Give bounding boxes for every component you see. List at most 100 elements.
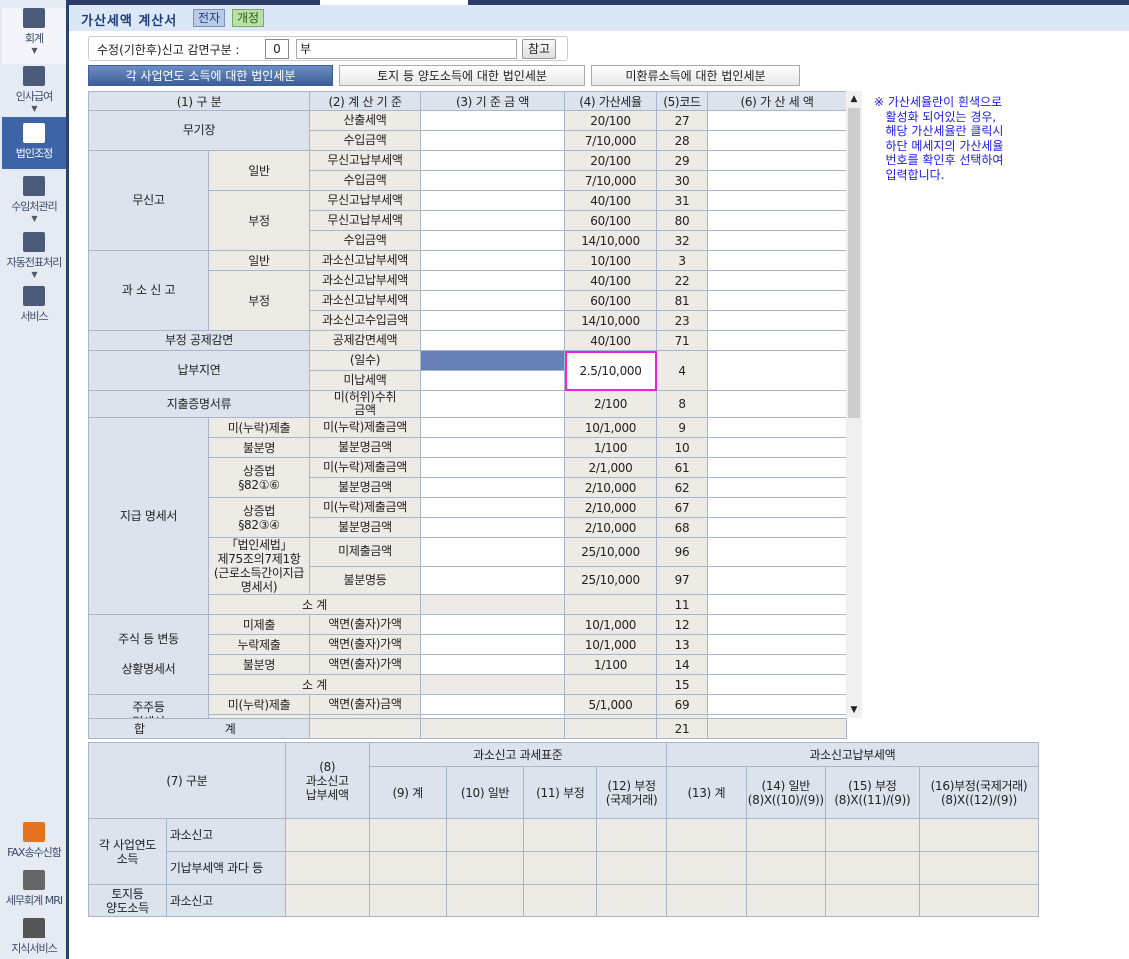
penalty-amount-input[interactable]: [707, 417, 846, 438]
chevron-down-icon[interactable]: ▼: [2, 46, 66, 55]
scroll-down-icon[interactable]: ▼: [846, 702, 862, 718]
penalty-amount-input[interactable]: [707, 310, 846, 331]
base-amount-input[interactable]: [420, 437, 566, 458]
base-amount-input[interactable]: [420, 537, 566, 567]
chevron-down-icon[interactable]: ▼: [2, 270, 66, 279]
scroll-up-icon[interactable]: ▲: [846, 91, 862, 107]
rate-cell[interactable]: 5/1,000: [564, 694, 658, 715]
penalty-amount-input[interactable]: [707, 694, 846, 715]
penalty-amount-input[interactable]: [707, 565, 846, 595]
base-amount-input[interactable]: [420, 565, 566, 595]
base-amount-input[interactable]: [420, 614, 566, 635]
base-amount-input[interactable]: [420, 210, 566, 231]
base-amount-input[interactable]: [420, 417, 566, 438]
sidebar-item-corporate-adjustment[interactable]: 법인조정: [2, 117, 66, 169]
rate-cell[interactable]: 2/1,000: [564, 457, 658, 478]
electronic-badge[interactable]: 전자: [193, 9, 226, 27]
rate-cell[interactable]: 60/100: [564, 210, 658, 231]
rate-cell[interactable]: 10/100: [564, 250, 658, 271]
rate-cell[interactable]: 25/10,000: [564, 537, 658, 567]
base-amount-input[interactable]: [420, 457, 566, 478]
penalty-amount-input[interactable]: [707, 130, 846, 151]
base-amount-input[interactable]: [420, 330, 566, 351]
base-amount-input[interactable]: [420, 370, 566, 391]
penalty-amount-input[interactable]: [707, 290, 846, 311]
penalty-amount-input[interactable]: [707, 390, 846, 418]
base-amount-input[interactable]: [420, 517, 566, 538]
penalty-amount-input[interactable]: [707, 230, 846, 251]
base-amount-input[interactable]: [420, 497, 566, 518]
sidebar-item-accounting[interactable]: 회계 ▼: [2, 8, 66, 64]
rate-cell[interactable]: 20/100: [564, 150, 658, 171]
penalty-amount-input[interactable]: [707, 110, 846, 131]
rate-cell[interactable]: 2/10,000: [564, 517, 658, 538]
rate-cell[interactable]: 7/10,000: [564, 130, 658, 151]
rate-cell[interactable]: 2.5/10,000: [564, 350, 658, 391]
penalty-amount-input[interactable]: [707, 437, 846, 458]
base-amount-input[interactable]: [420, 250, 566, 271]
rate-cell[interactable]: 2/10,000: [564, 497, 658, 518]
penalty-amount-input[interactable]: [707, 594, 846, 615]
rate-cell[interactable]: 14/10,000: [564, 230, 658, 251]
rate-cell[interactable]: 1/100: [564, 437, 658, 458]
base-amount-input[interactable]: [420, 390, 566, 418]
tab-unreturned-income[interactable]: 미환류소득에 대한 법인세분: [591, 65, 800, 86]
sidebar-item-service[interactable]: 서비스: [2, 286, 66, 326]
chevron-down-icon[interactable]: ▼: [2, 214, 66, 223]
base-amount-input[interactable]: [420, 290, 566, 311]
penalty-amount-input[interactable]: [707, 250, 846, 271]
base-amount-input[interactable]: [420, 477, 566, 498]
base-amount-input[interactable]: [420, 230, 566, 251]
penalty-amount-input[interactable]: [707, 210, 846, 231]
rate-cell[interactable]: 7/10,000: [564, 170, 658, 191]
penalty-amount-input[interactable]: [707, 654, 846, 675]
penalty-amount-input[interactable]: [707, 537, 846, 567]
penalty-amount-input[interactable]: [707, 497, 846, 518]
reduction-code-input[interactable]: 0: [265, 39, 289, 59]
penalty-amount-input[interactable]: [707, 150, 846, 171]
rate-cell[interactable]: 10/1,000: [564, 614, 658, 635]
rate-cell[interactable]: 14/10,000: [564, 310, 658, 331]
penalty-amount-input[interactable]: [707, 330, 846, 351]
reduction-value-field[interactable]: 부: [296, 39, 517, 59]
penalty-amount-input[interactable]: [707, 170, 846, 191]
chevron-down-icon[interactable]: ▼: [2, 104, 66, 113]
sidebar-item-hr-payroll[interactable]: 인사급여 ▼: [2, 66, 66, 116]
rate-cell[interactable]: 60/100: [564, 290, 658, 311]
penalty-amount-input[interactable]: [707, 350, 846, 391]
sidebar-item-client-management[interactable]: 수임처관리 ▼: [2, 176, 66, 226]
sidebar-item-auto-voucher[interactable]: 자동전표처리 ▼: [2, 232, 66, 282]
sidebar-item-fax[interactable]: FAX송수신함: [2, 822, 66, 860]
rate-cell[interactable]: 20/100: [564, 110, 658, 131]
sidebar-item-mri[interactable]: 세무회계 MRI: [2, 870, 66, 908]
penalty-amount-input[interactable]: [707, 477, 846, 498]
rate-cell[interactable]: 2/10,000: [564, 477, 658, 498]
base-amount-input[interactable]: [420, 634, 566, 655]
base-amount-input[interactable]: [420, 654, 566, 675]
base-amount-input[interactable]: [420, 170, 566, 191]
penalty-amount-input[interactable]: [707, 457, 846, 478]
rate-cell[interactable]: 40/100: [564, 270, 658, 291]
rate-cell[interactable]: 40/100: [564, 190, 658, 211]
tab-land-transfer[interactable]: 토지 등 양도소득에 대한 법인세분: [339, 65, 585, 86]
penalty-amount-input[interactable]: [707, 190, 846, 211]
rate-cell[interactable]: 25/10,000: [564, 565, 658, 595]
penalty-amount-input[interactable]: [707, 674, 846, 695]
base-amount-input[interactable]: [420, 190, 566, 211]
base-amount-input[interactable]: [420, 150, 566, 171]
rate-cell[interactable]: 2/100: [564, 390, 658, 418]
base-amount-input[interactable]: [420, 130, 566, 151]
rate-cell[interactable]: 10/1,000: [564, 417, 658, 438]
days-input[interactable]: [420, 350, 566, 371]
tab-business-year-income[interactable]: 각 사업연도 소득에 대한 법인세분: [88, 65, 333, 86]
scroll-thumb[interactable]: [848, 108, 860, 418]
reference-button[interactable]: 참고: [522, 39, 556, 59]
base-amount-input[interactable]: [420, 110, 566, 131]
rate-cell[interactable]: 40/100: [564, 330, 658, 351]
rate-cell[interactable]: 1/100: [564, 654, 658, 675]
penalty-amount-input[interactable]: [707, 634, 846, 655]
base-amount-input[interactable]: [420, 270, 566, 291]
sidebar-item-knowledge[interactable]: 지식서비스: [2, 918, 66, 956]
penalty-amount-input[interactable]: [707, 270, 846, 291]
base-amount-input[interactable]: [420, 310, 566, 331]
